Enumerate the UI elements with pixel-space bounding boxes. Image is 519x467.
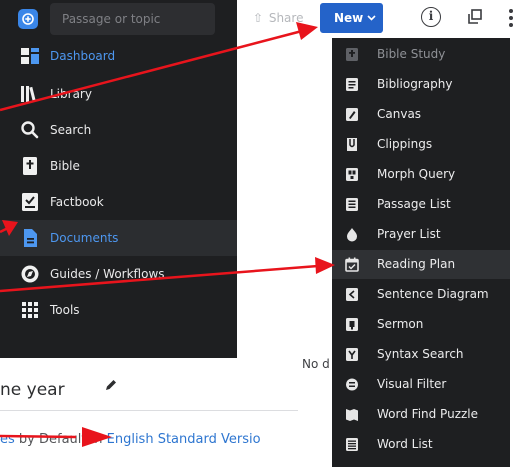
- sidebar-item-bible[interactable]: Bible: [0, 148, 237, 184]
- factbook-icon: [22, 193, 38, 211]
- share-icon: ⇧: [253, 11, 264, 25]
- by-text: by: [14, 432, 39, 447]
- sidebar-item-label: Library: [50, 87, 92, 101]
- in-text: in: [86, 432, 107, 447]
- plan-settings-line: es by Default in English Standard Versio: [0, 429, 261, 451]
- syntax-search-icon: [346, 348, 358, 361]
- sidebar-item-documents[interactable]: Documents: [0, 220, 237, 256]
- menu-item-label: Bible Study: [377, 47, 446, 61]
- sentence-diagram-icon: [346, 288, 358, 301]
- menu-item-label: Morph Query: [377, 167, 456, 181]
- menu-item-passage-list[interactable]: Passage List: [332, 190, 510, 219]
- bibliography-icon: [346, 78, 358, 91]
- bible-version-link[interactable]: English Standard Versio: [107, 432, 261, 447]
- visual-filter-icon: [346, 378, 358, 391]
- info-icon: i: [428, 9, 434, 23]
- menu-item-word-find-puzzle[interactable]: Word Find Puzzle: [332, 400, 510, 429]
- share-label: Share: [268, 11, 304, 25]
- search-icon: [21, 121, 39, 139]
- new-label: New: [334, 11, 364, 25]
- guides-icon: [21, 265, 39, 283]
- morph-query-icon: [346, 168, 358, 181]
- menu-item-label: Passage List: [377, 197, 451, 211]
- sidebar-item-label: Bible: [50, 159, 80, 173]
- documents-icon: [24, 229, 37, 247]
- search-row: Passage or topic: [0, 0, 237, 40]
- sidebar-item-factbook[interactable]: Factbook: [0, 184, 237, 220]
- sermon-icon: [346, 318, 358, 331]
- sidebar-item-guides-workflows[interactable]: Guides / Workflows: [0, 256, 237, 292]
- word-find-puzzle-icon: [346, 409, 358, 421]
- new-button[interactable]: New: [320, 3, 383, 33]
- order-option[interactable]: Default: [39, 432, 87, 447]
- menu-item-prayer-list[interactable]: Prayer List: [332, 220, 510, 249]
- sidebar-item-label: Tools: [50, 303, 80, 317]
- no-documents-message: No d: [302, 357, 330, 371]
- sidebar-item-label: Dashboard: [50, 49, 116, 63]
- menu-item-syntax-search[interactable]: Syntax Search: [332, 340, 510, 369]
- menu-item-label: Prayer List: [377, 227, 441, 241]
- menu-item-sermon[interactable]: Sermon: [332, 310, 510, 339]
- bible-icon: [23, 157, 37, 175]
- dashboard-icon: [21, 48, 39, 64]
- library-icon: [21, 86, 36, 103]
- reading-plan-icon: [345, 257, 359, 272]
- search-icon: [22, 13, 34, 25]
- sidebar-item-label: Search: [50, 123, 92, 137]
- menu-item-label: Word List: [377, 437, 433, 451]
- menu-item-bible-study[interactable]: Bible Study: [332, 40, 510, 69]
- sidebar-item-label: Documents: [50, 231, 119, 245]
- passage-search-input[interactable]: Passage or topic: [50, 3, 215, 35]
- menu-item-word-list[interactable]: Word List: [332, 430, 510, 459]
- menu-item-label: Clippings: [377, 137, 433, 151]
- menu-item-label: Sentence Diagram: [377, 287, 489, 301]
- sidebar-item-tools[interactable]: Tools: [0, 292, 237, 328]
- menu-item-label: Bibliography: [377, 77, 453, 91]
- menu-item-clippings[interactable]: Clippings: [332, 130, 510, 159]
- chevron-down-icon: [367, 15, 376, 21]
- menu-item-bibliography[interactable]: Bibliography: [332, 70, 510, 99]
- info-button[interactable]: i: [421, 7, 441, 27]
- sidebar-item-library[interactable]: Library: [0, 76, 237, 112]
- more-options-icon[interactable]: [508, 8, 514, 28]
- new-document-menu: Bible Study Bibliography Canvas Clipping…: [332, 38, 510, 467]
- sidebar-item-dashboard[interactable]: Dashboard: [0, 38, 237, 74]
- menu-item-sentence-diagram[interactable]: Sentence Diagram: [332, 280, 510, 309]
- share-button[interactable]: ⇧ Share: [253, 8, 303, 28]
- word-list-icon: [346, 438, 358, 451]
- menu-item-label: Visual Filter: [377, 377, 447, 391]
- menu-item-label: Canvas: [377, 107, 422, 121]
- menu-item-label: Sermon: [377, 317, 424, 331]
- menu-item-visual-filter[interactable]: Visual Filter: [332, 370, 510, 399]
- menu-item-label: Syntax Search: [377, 347, 464, 361]
- canvas-icon: [346, 108, 358, 121]
- clippings-icon: [347, 138, 357, 151]
- divider: [0, 410, 298, 411]
- prayer-list-icon: [347, 228, 357, 242]
- menu-item-reading-plan[interactable]: Reading Plan: [332, 250, 510, 279]
- sidebar-item-label: Guides / Workflows: [50, 267, 165, 281]
- sidebar: Passage or topic Dashboard Library Searc…: [0, 0, 237, 358]
- sidebar-item-search[interactable]: Search: [0, 112, 237, 148]
- passage-search-button[interactable]: [18, 9, 38, 29]
- bible-study-icon: [346, 48, 358, 61]
- menu-item-label: Word Find Puzzle: [377, 407, 479, 421]
- menu-item-canvas[interactable]: Canvas: [332, 100, 510, 129]
- sidebar-item-label: Factbook: [50, 195, 104, 209]
- passage-list-icon: [346, 198, 358, 211]
- menu-item-label: Reading Plan: [377, 257, 456, 271]
- popout-icon[interactable]: [466, 8, 484, 26]
- schedule-link[interactable]: es: [0, 432, 15, 447]
- reading-plan-title: ne year: [0, 380, 65, 400]
- tools-icon: [22, 302, 38, 318]
- edit-pencil-icon[interactable]: [104, 378, 118, 392]
- menu-item-morph-query[interactable]: Morph Query: [332, 160, 510, 189]
